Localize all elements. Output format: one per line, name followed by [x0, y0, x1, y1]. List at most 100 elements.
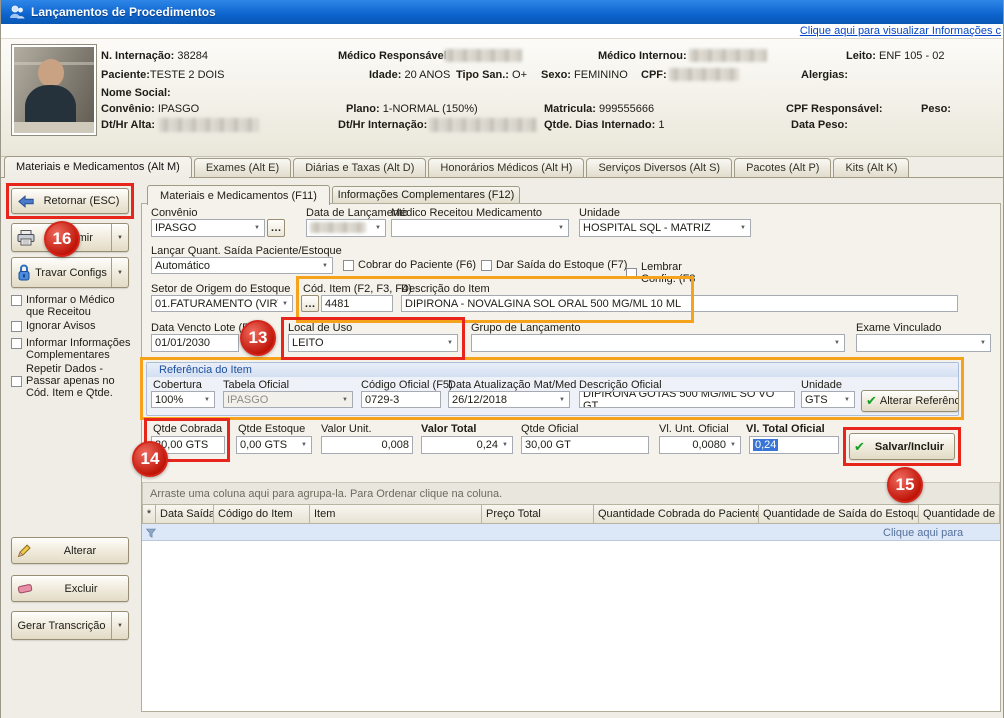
chevron-down-icon[interactable]: ▼ [278, 296, 292, 311]
cpf-responsavel-field: CPF Responsável: [786, 103, 883, 115]
codigo-oficial-input[interactable]: 0729-3 [361, 391, 441, 408]
column-header-codigo-item[interactable]: Código do Item [214, 504, 310, 524]
checkbox-box[interactable] [11, 321, 22, 332]
exame-vinculado-combo[interactable]: ▼ [856, 334, 991, 352]
convenio-ellipsis-button[interactable]: … [267, 219, 285, 237]
medico-receitou-combo[interactable]: ▼ [391, 219, 569, 237]
tab-exames[interactable]: Exames (Alt E) [194, 158, 291, 177]
column-label: Quantidade de Sa [923, 508, 1000, 520]
alterar-button[interactable]: Alterar [11, 537, 129, 564]
column-header-qtd-saida-estoque[interactable]: Quantidade de Saída do Estoque [759, 504, 919, 524]
setor-origem-combo[interactable]: 01.FATURAMENTO (VIRT▼ [151, 295, 293, 312]
checkbox-box[interactable] [11, 338, 22, 349]
checkbox-box[interactable] [11, 376, 22, 387]
chevron-down-icon[interactable]: ▼ [736, 220, 750, 236]
chevron-down-icon[interactable]: ▼ [555, 392, 569, 407]
checkbox-dar-saida[interactable]: Dar Saída do Estoque (F7) [481, 259, 627, 271]
grid-group-hint-text: Arraste uma coluna aqui para agrupa-la. … [150, 488, 502, 500]
cod-item-ellipsis-button[interactable]: … [301, 295, 319, 312]
column-header-preco-total[interactable]: Preço Total [482, 504, 594, 524]
chevron-down-icon[interactable]: ▼ [830, 335, 844, 351]
local-uso-combo[interactable]: LEITO▼ [288, 334, 458, 352]
cobertura-combo[interactable]: 100%▼ [151, 391, 215, 408]
chevron-down-icon[interactable]: ▼ [498, 437, 512, 453]
tab-pacotes[interactable]: Pacotes (Alt P) [734, 158, 831, 177]
imprimir-button[interactable]: Imprimir ▼ [11, 223, 129, 252]
tab-kits[interactable]: Kits (Alt K) [833, 158, 909, 177]
travar-dropdown-arrow-icon[interactable]: ▼ [111, 258, 128, 287]
data-vencto-input[interactable]: 01/01/2030 [151, 334, 239, 352]
checkbox-cobrar-paciente[interactable]: Cobrar do Paciente (F6) [343, 259, 476, 271]
valor-total-combo[interactable]: 0,24▼ [421, 436, 513, 454]
tabela-oficial-combo[interactable]: IPASGO▼ [223, 391, 353, 408]
checkbox-informar-medico[interactable]: Informar o Médico que Receitou [11, 294, 135, 318]
chevron-down-icon[interactable]: ▼ [297, 437, 311, 453]
chevron-down-icon[interactable]: ▼ [443, 335, 457, 351]
excluir-button[interactable]: Excluir [11, 575, 129, 602]
salvar-incluir-button[interactable]: ✔Salvar/Incluir [849, 433, 955, 460]
tab-servicos-diversos[interactable]: Serviços Diversos (Alt S) [586, 158, 732, 177]
vl-unt-oficial-combo[interactable]: 0,0080▼ [659, 436, 741, 454]
qtde-cobrada-input[interactable]: 30,00 GTS [151, 436, 225, 454]
chevron-down-icon[interactable]: ▼ [371, 220, 385, 236]
column-header-data-saida[interactable]: Data Saída [156, 504, 214, 524]
tab-materiais-medicamentos[interactable]: Materiais e Medicamentos (Alt M) [4, 156, 192, 177]
lancar-quant-combo[interactable]: Automático▼ [151, 257, 333, 274]
unidade-combo[interactable]: HOSPITAL SQL - MATRIZ▼ [579, 219, 751, 237]
checkbox-box[interactable] [11, 295, 22, 306]
tab-honorarios-medicos[interactable]: Honorários Médicos (Alt H) [428, 158, 584, 177]
cod-item-input[interactable]: 4481 [321, 295, 393, 312]
checkbox-informar-complementares[interactable]: Informar Informações Complementares [11, 337, 135, 361]
chevron-down-icon[interactable]: ▼ [726, 437, 740, 453]
column-header-qtd-sa[interactable]: Quantidade de Sa [919, 504, 1000, 524]
tab-diarias-taxas[interactable]: Diárias e Taxas (Alt D) [293, 158, 426, 177]
retornar-label: Retornar (ESC) [35, 195, 128, 207]
descricao-oficial-input[interactable]: DIPIRONA GOTAS 500 MG/ML SO VO GT [579, 391, 795, 408]
gerar-transcricao-button[interactable]: Gerar Transcrição ▼ [11, 611, 129, 640]
chevron-down-icon[interactable]: ▼ [840, 392, 854, 407]
imprimir-dropdown-arrow-icon[interactable]: ▼ [111, 224, 128, 251]
chevron-down-icon[interactable]: ▼ [200, 392, 214, 407]
travar-configs-button[interactable]: Travar Configs ▼ [11, 257, 129, 288]
grupo-lancamento-combo[interactable]: ▼ [471, 334, 845, 352]
qtde-dias-value: 1 [658, 119, 664, 131]
chevron-down-icon[interactable]: ▼ [338, 392, 352, 407]
descricao-item-input[interactable]: DIPIRONA - NOVALGINA SOL ORAL 500 MG/ML … [401, 295, 958, 312]
convenio-combo[interactable]: IPASGO▼ [151, 219, 265, 237]
checkbox-box[interactable] [626, 268, 637, 279]
excluir-label: Excluir [34, 583, 128, 595]
qtde-estoque-combo[interactable]: 0,00 GTS▼ [236, 436, 312, 454]
descricao-oficial-value: DIPIRONA GOTAS 500 MG/ML SO VO GT [583, 391, 791, 408]
unidade-oficial-combo[interactable]: GTS▼ [801, 391, 855, 408]
alterar-referencia-button[interactable]: ✔Alterar Referência [861, 390, 959, 412]
checkbox-label: Informar o Médico que Receitou [26, 294, 135, 318]
checkbox-box[interactable] [343, 260, 354, 271]
column-header-qtd-cobrada-paciente[interactable]: Quantidade Cobrada do Paciente [594, 504, 759, 524]
title-bar: Lançamentos de Procedimentos [1, 0, 1004, 24]
checkbox-lembrar-config[interactable]: Lembrar Config. (F8 [626, 261, 706, 285]
tab-complementares-f12[interactable]: Informações Complementares (F12) [332, 186, 520, 203]
grid-filter-row[interactable] [142, 524, 1000, 541]
tab-label: Materiais e Medicamentos (F11) [160, 190, 317, 202]
codigo-oficial-value: 0729-3 [365, 394, 399, 406]
column-label: Quantidade de Saída do Estoque [763, 508, 919, 520]
retornar-button[interactable]: Retornar (ESC) [11, 188, 129, 214]
gerar-dropdown-arrow-icon[interactable]: ▼ [111, 612, 128, 639]
checkbox-box[interactable] [481, 260, 492, 271]
visualizar-informacoes-link[interactable]: Clique aqui para visualizar Informações … [800, 25, 1001, 37]
tab-materiais-f11[interactable]: Materiais e Medicamentos (F11) [147, 185, 330, 205]
convenio-header-label: Convênio: [101, 103, 155, 115]
chevron-down-icon[interactable]: ▼ [554, 220, 568, 236]
checkbox-repetir-dados[interactable]: Repetir Dados - Passar apenas no Cód. It… [11, 363, 135, 399]
chevron-down-icon[interactable]: ▼ [976, 335, 990, 351]
column-header-item[interactable]: Item [310, 504, 482, 524]
checkbox-ignorar-avisos[interactable]: Ignorar Avisos [11, 320, 135, 332]
chevron-down-icon[interactable]: ▼ [250, 220, 264, 236]
leito-label: Leito: [846, 50, 876, 62]
lancar-quant-value: Automático [155, 260, 318, 272]
chevron-down-icon[interactable]: ▼ [318, 258, 332, 273]
vl-total-oficial-input[interactable]: 0,24 [749, 436, 839, 454]
qtde-oficial-input[interactable]: 30,00 GT [521, 436, 649, 454]
data-atualizacao-combo[interactable]: 26/12/2018▼ [448, 391, 570, 408]
valor-unit-input[interactable]: 0,008 [321, 436, 413, 454]
